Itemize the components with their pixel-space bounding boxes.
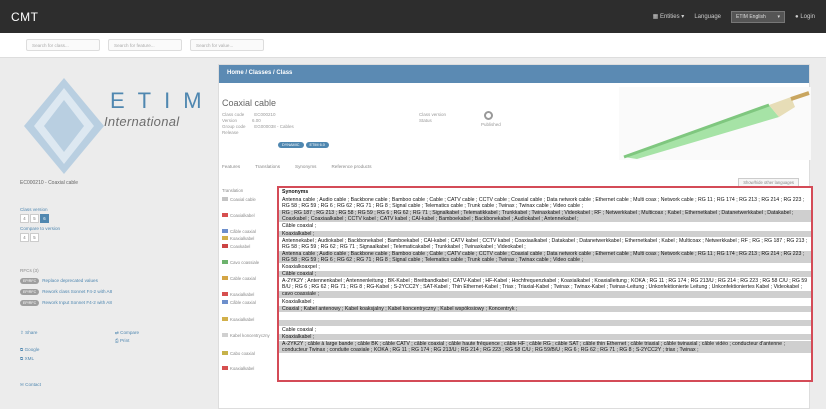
search-feature-input[interactable]: Search for feature... — [108, 39, 182, 51]
compare-link[interactable]: ⇄ Compare — [115, 330, 139, 336]
flag-icon — [222, 300, 228, 304]
language-row: Câble coaxial — [219, 298, 277, 306]
language-row: Coaxial cable — [219, 195, 277, 203]
language-row: Cabo coaxial — [219, 349, 277, 357]
flag-icon — [222, 213, 228, 217]
chevron-down-icon: ▾ — [681, 14, 685, 20]
rfc-badge: EP/RFC — [20, 300, 40, 306]
flag-icon — [222, 366, 228, 370]
flag-icon — [222, 292, 228, 296]
class-meta-right: Class version Status — [419, 112, 447, 123]
release-pills: DYNAMIC ETIM 6.0 — [278, 133, 331, 151]
google-link[interactable]: ⧉ Google — [20, 347, 39, 352]
logo-letters: ETIM — [110, 88, 215, 113]
rfc-badge: EP/RFC — [20, 289, 40, 295]
synonym-row: Antenna cable ; Audio cable ; Backbone c… — [279, 249, 811, 264]
tab-features[interactable]: Features — [222, 164, 240, 169]
print-link[interactable]: ⎙ Print — [115, 338, 129, 343]
language-row: Cable coaxial — [219, 274, 277, 282]
language-row: Kabel koncentryczny — [219, 331, 277, 339]
language-header: Translation — [222, 187, 244, 193]
flag-icon — [222, 197, 228, 201]
rfc-badge: EP/RFC — [20, 278, 40, 284]
rfcs-label: RFCs (3) — [20, 268, 39, 273]
search-bar: Search for class... Search for feature..… — [0, 33, 826, 58]
synonym-row: Câble coaxial ; — [279, 270, 811, 278]
tab-reference-products[interactable]: Reference products — [331, 164, 371, 169]
synonym-row: A-2YK2Y ; Antennenkabel ; Antennenleitun… — [279, 277, 811, 290]
grid-icon: ▦ — [652, 14, 660, 20]
flag-icon — [222, 236, 228, 240]
class-title: Coaxial cable — [222, 98, 277, 108]
flag-icon — [222, 244, 228, 248]
class-code-title: EC000210 - Coaxial cable — [20, 180, 79, 186]
language-row: Coaxkabel — [219, 242, 277, 250]
synonym-row: Antennekabel ; Audiokabel ; Backbonekabe… — [279, 236, 811, 250]
cable-illustration — [623, 91, 810, 159]
language-select[interactable]: ETIM English ▾ — [731, 10, 786, 23]
synonym-row: Koaxialkabel ; — [279, 297, 811, 305]
synonym-row: Koaxialkoaxpel ; — [279, 263, 811, 270]
synonyms-header: Synonyms — [279, 188, 811, 197]
status-text: Published — [481, 122, 501, 127]
synonym-row: Antenna cable ; Audio cable ; Backbone c… — [279, 196, 811, 209]
search-value-input[interactable]: Search for value... — [190, 39, 264, 51]
rfc-item[interactable]: EP/RFC Rework class Sonnet F4-2 with A8 — [20, 289, 210, 295]
synonyms-table: Synonyms Antenna cable ; Audio cable ; B… — [277, 186, 813, 382]
coaxial-cable-image — [619, 87, 811, 160]
synonym-row: Koaxialkabel ; — [279, 229, 811, 237]
chevron-down-icon: ▾ — [777, 13, 781, 20]
tab-synonyms[interactable]: Synonyms — [295, 164, 316, 169]
compare-version-label: Compare to version — [20, 226, 61, 231]
synonym-row — [279, 318, 811, 326]
flag-icon — [222, 317, 228, 321]
synonym-row: Cable coaxial ; — [279, 325, 811, 333]
language-label: Language — [694, 13, 722, 20]
rfc-item[interactable]: EP/RFC Replace deprecated values — [20, 278, 210, 284]
logo-subtitle: International — [104, 114, 180, 129]
synonym-row: RG ; RG 187 ; RG 213 ; RG 58 ; RG 59 ; R… — [279, 209, 811, 223]
synonym-row: A-2YK2Y ; câble à large bande ; câble BK… — [279, 339, 811, 354]
synonym-row: Koaxialkabel ; — [279, 332, 811, 340]
tab-translations[interactable]: Translations — [255, 164, 280, 169]
version-5-button[interactable]: 5 — [30, 214, 39, 223]
class-panel: Home / Classes / Class Coaxial cable Cla… — [218, 64, 813, 409]
flag-icon — [222, 333, 228, 337]
flag-icon — [222, 260, 228, 264]
class-tabs: Features Translations Synonyms Reference… — [222, 164, 372, 169]
status-icon — [484, 111, 493, 120]
share-link[interactable]: ⇪ Share — [20, 330, 37, 336]
synonym-row: cavo coassiale ; — [279, 290, 811, 298]
compare-4-button[interactable]: 4 — [20, 233, 29, 242]
release-pill: ETIM 6.0 — [305, 142, 329, 148]
search-class-input[interactable]: Search for class... — [26, 39, 100, 51]
language-row: Cavo coassiale — [219, 258, 277, 266]
flag-icon — [222, 229, 228, 233]
language-row: Koaxialkabel — [219, 364, 277, 372]
language-row: Koaxialkabel — [219, 315, 277, 323]
synonym-row: Coaxial ; Kabel antenowy ; Kabel koaksja… — [279, 304, 811, 312]
xml-link[interactable]: ⧉ XML — [20, 356, 34, 361]
entities-menu[interactable]: ▦ Entities ▾ — [653, 13, 685, 20]
compare-5-button[interactable]: 5 — [30, 233, 39, 242]
top-navbar: CMT ▦ Entities ▾ Language ETIM English ▾ … — [0, 0, 826, 33]
version-6-button[interactable]: 6 — [40, 214, 49, 223]
class-version-label: Class version — [20, 207, 48, 212]
diamond-logo-icon — [24, 78, 104, 174]
contact-link[interactable]: ✉ Contact — [20, 382, 41, 388]
brand-logo[interactable]: CMT — [11, 10, 39, 24]
flag-icon — [222, 351, 228, 355]
synonym-row — [279, 311, 811, 319]
language-row: Koaxialkabel — [219, 290, 277, 298]
rfc-item[interactable]: EP/RFC Rework Input Sonnet F4-2 with A8 — [20, 300, 210, 306]
login-link[interactable]: ● Login — [795, 14, 815, 20]
breadcrumb[interactable]: Home / Classes / Class — [219, 65, 809, 83]
synonym-row: Câble coaxial ; — [279, 222, 811, 229]
etim-logo: ETIM International — [20, 70, 202, 180]
language-row: Coaxialkabel — [219, 211, 277, 219]
release-pill: DYNAMIC — [278, 142, 304, 148]
version-4-button[interactable]: 4 — [20, 214, 29, 223]
flag-icon — [222, 276, 228, 280]
language-row: Koaxialkabel — [219, 234, 277, 242]
